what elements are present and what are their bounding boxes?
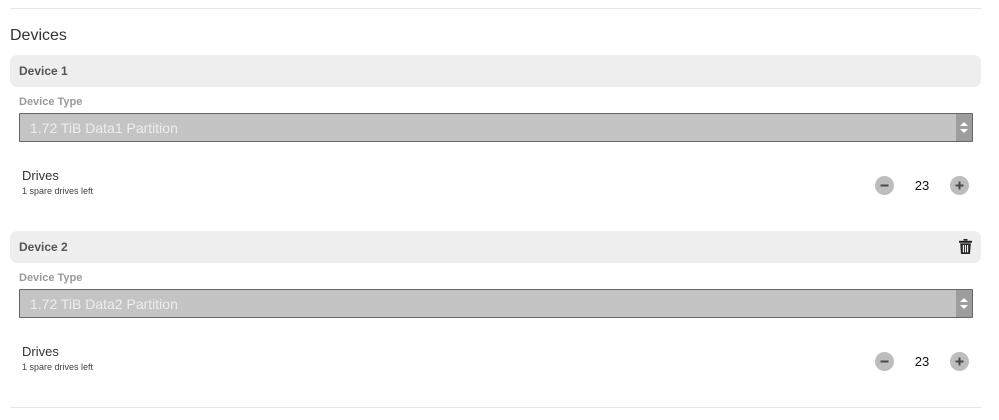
device-type-select[interactable]: 1.72 TiB Data1 Partition	[19, 113, 973, 142]
device-type-value: 1.72 TiB Data2 Partition	[30, 296, 178, 312]
plus-icon	[955, 357, 964, 366]
device-header-2: Device 2	[10, 231, 981, 263]
minus-icon	[880, 184, 889, 187]
bottom-divider	[10, 407, 981, 408]
drives-count[interactable]: 23	[908, 354, 936, 369]
top-divider	[10, 8, 981, 9]
drives-sub-label: 1 spare drives left	[22, 362, 94, 372]
updown-arrows-icon	[956, 114, 972, 141]
device-type-select[interactable]: 1.72 TiB Data2 Partition	[19, 289, 973, 318]
increment-drives-button[interactable]	[950, 352, 969, 371]
trash-icon[interactable]	[959, 239, 972, 254]
device-type-label: Device Type	[19, 96, 83, 108]
device-title: Device 2	[19, 240, 68, 254]
drives-count[interactable]: 23	[908, 178, 936, 193]
section-title: Devices	[10, 27, 67, 44]
plus-icon	[955, 181, 964, 190]
decrement-drives-button[interactable]	[875, 352, 894, 371]
drives-label: Drives	[22, 344, 59, 359]
minus-icon	[880, 360, 889, 363]
drives-sub-label: 1 spare drives left	[22, 186, 94, 196]
decrement-drives-button[interactable]	[875, 176, 894, 195]
updown-arrows-icon	[956, 290, 972, 317]
increment-drives-button[interactable]	[950, 176, 969, 195]
drives-label: Drives	[22, 168, 59, 183]
device-type-label: Device Type	[19, 272, 83, 284]
device-header-1: Device 1	[10, 55, 981, 87]
device-type-value: 1.72 TiB Data1 Partition	[30, 120, 178, 136]
device-title: Device 1	[19, 64, 68, 78]
devices-panel: Devices Device 1 Device Type 1.72 TiB Da…	[0, 0, 999, 420]
